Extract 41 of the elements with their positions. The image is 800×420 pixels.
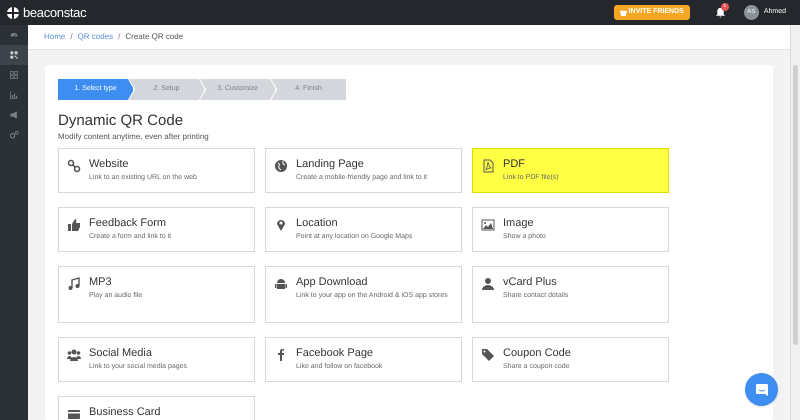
logo-text: beaconstac [23,4,86,22]
breadcrumb-current: Create QR code [125,31,184,43]
qr-type-title: Image [503,217,535,230]
qr-type-title: vCard Plus [503,276,558,289]
qr-type-title: Feedback Form [89,217,168,230]
link-icon [67,159,81,173]
music-note-icon [67,277,81,291]
gift-icon [620,9,627,16]
qr-type-title: PDF [503,158,526,171]
qr-type-card[interactable]: Business Card [58,396,255,420]
qr-type-title: Coupon Code [503,347,572,360]
megaphone-icon [9,110,19,120]
page-subheading: Modify content anytime, even after printing [58,131,210,143]
qr-type-title: Social Media [89,347,153,360]
map-pin-icon [274,218,288,232]
qr-type-title: Website [89,158,130,171]
logo-icon [6,6,20,20]
thumbs-up-icon [67,218,81,232]
qr-code-icon [9,50,19,60]
chat-icon [754,382,768,396]
credit-card-icon [67,407,81,420]
qr-type-title: App Download [296,276,369,289]
bar-chart-icon [9,90,19,100]
pdf-file-icon [481,159,495,173]
qr-type-title: Business Card [89,406,161,419]
page-heading: Dynamic QR Code [58,112,184,130]
breadcrumb-separator: / [118,31,120,43]
group-icon [67,348,81,362]
breadcrumb-separator: / [70,31,73,43]
image-icon [481,218,495,232]
qr-type-title: MP3 [89,276,113,289]
globe-icon [274,159,288,173]
qr-type-title: Location [296,217,339,230]
qr-type-title: Landing Page [296,158,365,171]
android-icon [274,277,288,291]
sidebar-item[interactable] [0,45,28,65]
gears-icon [9,130,19,140]
person-icon [481,277,495,291]
tag-icon [481,348,495,362]
qr-type-title: Facebook Page [296,347,374,360]
grid-icon [9,70,19,80]
